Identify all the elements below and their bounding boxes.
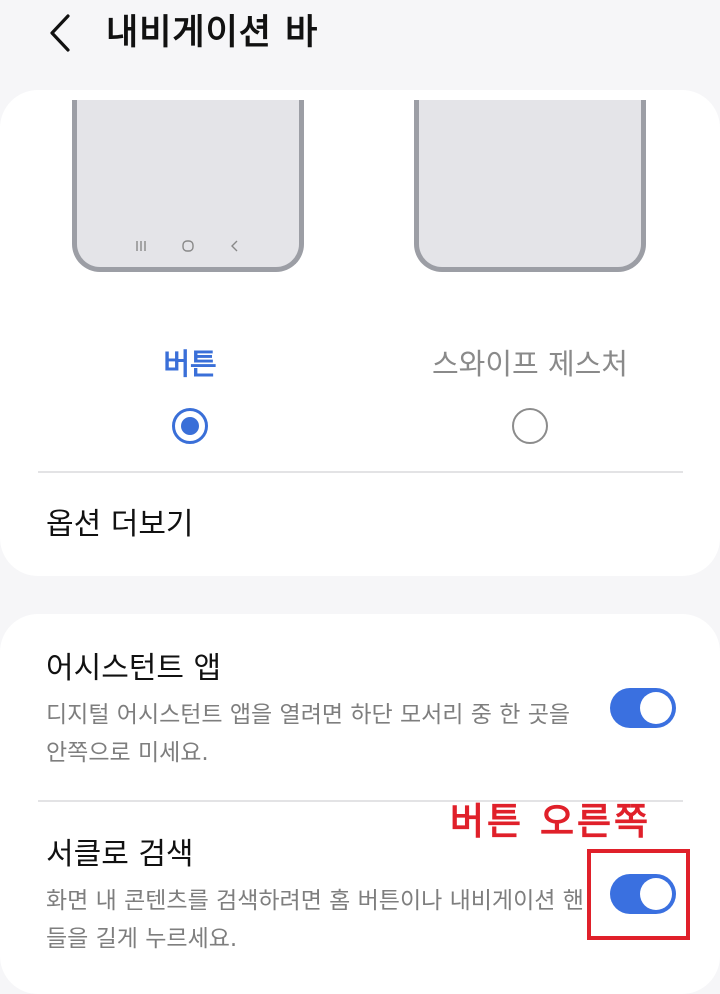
navigation-type-card: 버튼 스와이프 제스처 옵션 더보기 [0, 90, 720, 576]
page-title: 내비게이션 바 [106, 13, 319, 53]
chevron-left-icon [50, 14, 70, 52]
home-icon [181, 239, 195, 253]
assistant-app-toggle[interactable] [610, 688, 676, 728]
assistant-app-title[interactable]: 어시스턴트 앱 [46, 648, 221, 690]
toggle-knob [640, 692, 672, 724]
annotation-label: 버튼 오른쪽 [450, 800, 652, 843]
swipe-gestures-radio[interactable] [512, 408, 548, 444]
buttons-radio[interactable] [172, 408, 208, 444]
option-buttons-label[interactable]: 버튼 [130, 344, 250, 384]
recents-icon [134, 239, 148, 253]
circle-to-search-description: 화면 내 콘텐츠를 검색하려면 홈 버튼이나 내비게이션 핸들을 길게 누르세요… [46, 888, 584, 952]
back-icon [228, 239, 242, 253]
annotation-highlight-box [587, 849, 690, 940]
divider [38, 471, 683, 473]
header: 내비게이션 바 [0, 0, 720, 72]
buttons-preview[interactable] [72, 100, 304, 272]
more-options-link[interactable]: 옵션 더보기 [46, 504, 194, 546]
option-swipe-gestures-label[interactable]: 스와이프 제스처 [400, 344, 660, 384]
assistant-app-description: 디지털 어시스턴트 앱을 열려면 하단 모서리 중 한 곳을 안쪽으로 미세요. [46, 702, 571, 766]
circle-to-search-title[interactable]: 서클로 검색 [46, 834, 194, 876]
back-button[interactable] [40, 10, 80, 56]
swipe-gestures-preview[interactable] [414, 100, 646, 272]
navbar-preview [77, 235, 299, 257]
